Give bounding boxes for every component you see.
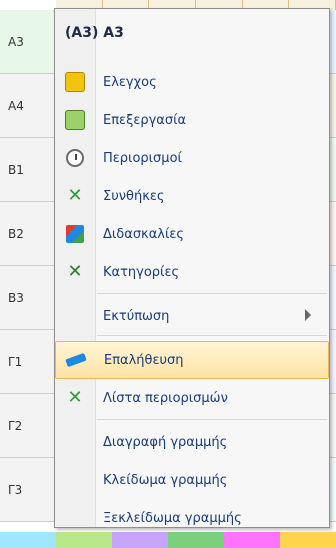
menu-item-label: Διδασκαλίες (103, 226, 185, 242)
separator (97, 335, 327, 336)
empty-icon (55, 461, 95, 499)
edit-people-icon (55, 101, 95, 139)
green-x2-icon: ✕ (67, 261, 83, 282)
separator (97, 419, 327, 420)
submenu-arrow-icon (305, 309, 311, 321)
menu-item-kathgories[interactable]: ✕ Κατηγορίες (55, 253, 329, 291)
menu-item-label: Κατηγορίες (103, 264, 180, 280)
menu-item-label: Λίστα περιορισμών (103, 390, 228, 406)
empty-icon (55, 499, 95, 537)
row-header-b1[interactable]: B1 (0, 138, 56, 202)
menu-title: (A3) A3 (65, 25, 124, 41)
menu-item-diagrafi-grammis[interactable]: Διαγραφή γραμμής (55, 423, 329, 461)
row-header-b3[interactable]: B3 (0, 266, 56, 330)
menu-item-xekleidoma-grammis[interactable]: Ξεκλείδωμα γραμμής (55, 499, 329, 537)
colored-books-icon (55, 215, 95, 253)
menu-item-label: Διαγραφή γραμμής (103, 434, 228, 450)
green-x3-icon: ✕ (67, 387, 83, 408)
empty-icon (55, 297, 95, 335)
menu-item-label: Ελεγχος (103, 74, 157, 90)
menu-item-label: Ξεκλείδωμα γραμμής (103, 510, 242, 526)
row-header-b2[interactable]: B2 (0, 202, 56, 266)
checklist-icon (55, 63, 95, 101)
menu-item-synthikes[interactable]: ✕ Συνθήκες (55, 177, 329, 215)
menu-item-ektyposi[interactable]: Εκτύπωση (55, 297, 329, 335)
row-header-a3[interactable]: A3 (0, 10, 56, 74)
empty-icon (55, 423, 95, 461)
green-x-icon: ✕ (67, 185, 83, 206)
menu-item-kleidoma-grammis[interactable]: Κλείδωμα γραμμής (55, 461, 329, 499)
menu-item-didaskalies[interactable]: Διδασκαλίες (55, 215, 329, 253)
menu-item-elegxos[interactable]: Ελεγχος (55, 63, 329, 101)
row-header-a4[interactable]: A4 (0, 74, 56, 138)
menu-item-label: Συνθήκες (103, 188, 165, 204)
menu-item-label: Επαλήθευση (104, 352, 184, 368)
pencil-icon (56, 341, 96, 379)
row-header-g2[interactable]: Γ2 (0, 394, 56, 458)
menu-item-label: Περιορισμοί (103, 150, 182, 166)
menu-item-lista-periorismon[interactable]: ✕ Λίστα περιορισμών (55, 379, 329, 417)
row-header-g3[interactable]: Γ3 (0, 458, 56, 522)
separator (97, 293, 327, 294)
menu-item-label: Επεξεργασία (103, 112, 187, 128)
menu-item-label: Εκτύπωση (103, 308, 170, 324)
menu-item-epalitheusi[interactable]: Επαλήθευση (55, 341, 329, 379)
menu-item-epexergasia[interactable]: Επεξεργασία (55, 101, 329, 139)
menu-item-periorismoi[interactable]: Περιορισμοί (55, 139, 329, 177)
menu-item-label: Κλείδωμα γραμμής (103, 472, 228, 488)
context-menu: (A3) A3 Ελεγχος Επεξεργασία Περιορισμοί … (54, 8, 330, 528)
row-header-g1[interactable]: Γ1 (0, 330, 56, 394)
clock-icon (55, 139, 95, 177)
